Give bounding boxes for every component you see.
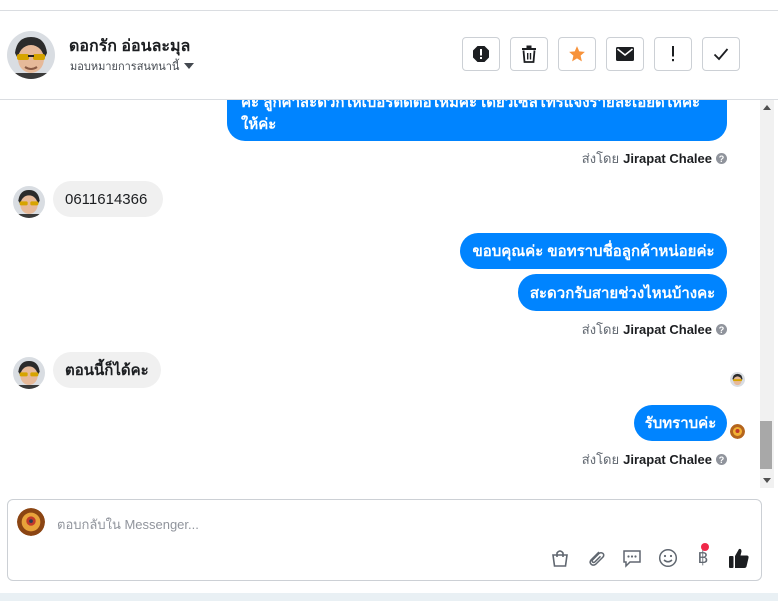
trash-icon	[522, 45, 536, 63]
exclamation-icon	[672, 46, 674, 62]
scrollbar-thumb[interactable]	[760, 421, 772, 469]
spam-alert-icon	[473, 46, 489, 62]
mark-unread-button[interactable]	[606, 37, 644, 71]
paperclip-icon	[589, 551, 605, 566]
caret-down-icon	[184, 63, 195, 69]
smiley-icon	[658, 548, 678, 568]
contact-avatar	[13, 186, 45, 218]
mark-important-button[interactable]	[654, 37, 692, 71]
attach-file-button[interactable]	[584, 544, 608, 572]
message-text: ค่ะ ลูกค้าสะดวกให้เบอร์ติดต่อไหมคะ เดี๋ย…	[241, 100, 701, 111]
agent-name: Jirapat Chalee	[623, 322, 712, 337]
message-text: ตอนนี้ก็ได้คะ	[65, 362, 149, 379]
message-text: ให้ค่ะ	[241, 116, 277, 133]
delete-button[interactable]	[510, 37, 548, 71]
assign-conversation-dropdown[interactable]: มอบหมายการสนทนานี้	[70, 57, 195, 75]
message-bubble-outgoing: ขอบคุณค่ะ ขอทราบชื่อลูกค้าหน่อยค่ะ	[460, 233, 727, 269]
agent-name: Jirapat Chalee	[623, 151, 712, 166]
sent-by-label: ส่งโดย Jirapat Chalee ?	[582, 148, 727, 169]
shop-bag-button[interactable]	[548, 544, 572, 572]
saved-replies-button[interactable]	[620, 544, 644, 572]
star-icon	[569, 46, 585, 62]
payment-notification-dot	[701, 543, 709, 551]
seen-contact-avatar	[730, 372, 745, 387]
conversation-panel: ดอกรัก อ่อนละมุล มอบหมายการสนทนานี้ ค่ะ …	[0, 0, 778, 593]
shopping-bag-icon	[552, 550, 568, 567]
checkmark-icon	[713, 48, 729, 61]
message-bubble-outgoing: สะดวกรับสายช่วงไหนบ้างคะ	[518, 274, 727, 311]
reply-input[interactable]	[55, 510, 659, 538]
message-text: รับทราบค่ะ	[644, 415, 717, 432]
message-list[interactable]: ค่ะ ลูกค้าสะดวกให้เบอร์ติดต่อไหมคะ เดี๋ย…	[0, 100, 760, 488]
chat-bubble-icon	[623, 550, 641, 568]
contact-avatar[interactable]	[7, 31, 55, 79]
contact-name: ดอกรัก อ่อนละมุล	[69, 38, 191, 55]
message-text: 0611614366	[65, 190, 148, 208]
message-text: สะดวกรับสายช่วงไหนบ้างคะ	[529, 284, 716, 302]
help-icon[interactable]: ?	[716, 324, 727, 335]
reply-composer: ฿	[7, 499, 762, 581]
agent-name: Jirapat Chalee	[623, 452, 712, 467]
thumbs-up-icon	[729, 548, 749, 568]
star-button[interactable]	[558, 37, 596, 71]
message-list-scrollbar[interactable]	[760, 100, 774, 488]
seen-page-avatar	[730, 424, 745, 439]
assign-label: มอบหมายการสนทนานี้	[70, 61, 180, 73]
mark-spam-button[interactable]	[462, 37, 500, 71]
scroll-up-arrow-icon[interactable]	[763, 105, 771, 110]
help-icon[interactable]: ?	[716, 153, 727, 164]
baht-icon: ฿	[697, 548, 709, 568]
message-bubble-incoming: 0611614366	[53, 181, 163, 217]
mark-done-button[interactable]	[702, 37, 740, 71]
contact-avatar	[13, 357, 45, 389]
message-bubble-incoming: ตอนนี้ก็ได้คะ	[53, 352, 161, 388]
scroll-down-arrow-icon[interactable]	[763, 478, 771, 483]
send-like-button[interactable]	[727, 544, 751, 572]
emoji-button[interactable]	[656, 544, 680, 572]
message-bubble-outgoing: ค่ะ ลูกค้าสะดวกให้เบอร์ติดต่อไหมคะ เดี๋ย…	[227, 100, 727, 141]
sent-by-label: ส่งโดย Jirapat Chalee ?	[582, 449, 727, 470]
help-icon[interactable]: ?	[716, 454, 727, 465]
page-avatar	[17, 508, 45, 536]
sent-by-label: ส่งโดย Jirapat Chalee ?	[582, 319, 727, 340]
message-bubble-outgoing: รับทราบค่ะ	[634, 405, 727, 441]
message-text: ขอบคุณค่ะ ขอทราบชื่อลูกค้าหน่อยค่ะ	[472, 243, 715, 260]
envelope-icon	[616, 47, 634, 61]
conversation-header: ดอกรัก อ่อนละมุล มอบหมายการสนทนานี้	[0, 11, 778, 100]
